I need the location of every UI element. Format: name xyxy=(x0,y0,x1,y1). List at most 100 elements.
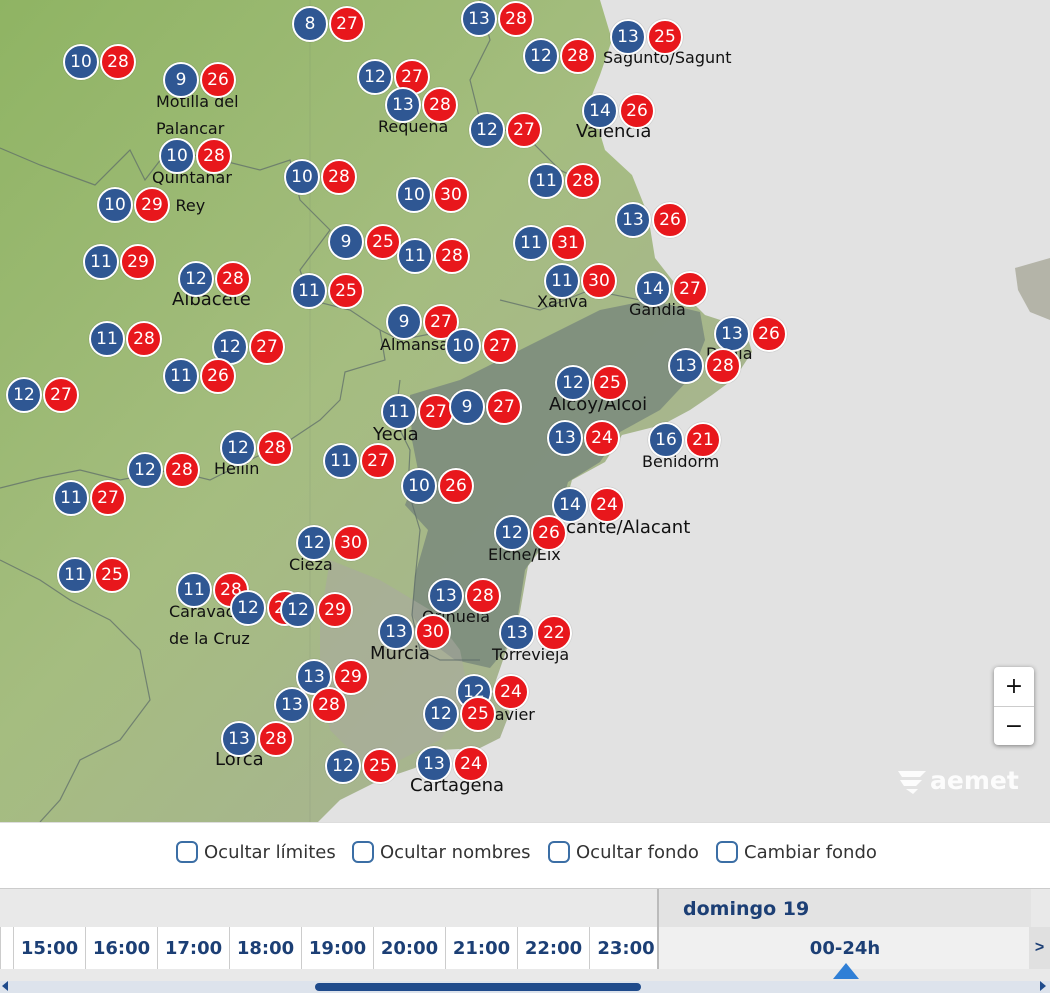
station-max-temp[interactable]: 29 xyxy=(134,187,170,223)
station-min-temp[interactable]: 11 xyxy=(323,443,359,479)
station-min-temp[interactable]: 13 xyxy=(610,19,646,55)
station-min-temp[interactable]: 10 xyxy=(159,138,195,174)
station-max-temp[interactable]: 28 xyxy=(258,721,294,757)
station-min-temp[interactable]: 11 xyxy=(381,394,417,430)
station-min-temp[interactable]: 11 xyxy=(528,163,564,199)
station-max-temp[interactable]: 26 xyxy=(200,358,236,394)
station-max-temp[interactable]: 28 xyxy=(422,87,458,123)
station-min-temp[interactable]: 14 xyxy=(635,271,671,307)
zoom-in-button[interactable]: + xyxy=(994,667,1034,706)
station-max-temp[interactable]: 27 xyxy=(672,271,708,307)
station-max-temp[interactable]: 25 xyxy=(328,273,364,309)
station-min-temp[interactable]: 12 xyxy=(555,365,591,401)
station-min-temp[interactable]: 12 xyxy=(296,525,332,561)
station-max-temp[interactable]: 27 xyxy=(482,328,518,364)
station-min-temp[interactable]: 8 xyxy=(292,6,328,42)
option-change-background[interactable]: Cambiar fondo xyxy=(716,841,877,863)
station-min-temp[interactable]: 12 xyxy=(523,38,559,74)
station-max-temp[interactable]: 30 xyxy=(433,177,469,213)
station-min-temp[interactable]: 11 xyxy=(57,557,93,593)
station-min-temp[interactable]: 12 xyxy=(423,696,459,732)
station-min-temp[interactable]: 11 xyxy=(176,572,212,608)
station-max-temp[interactable]: 27 xyxy=(90,480,126,516)
station-min-temp[interactable]: 10 xyxy=(97,187,133,223)
hour-cell[interactable]: 19:00 xyxy=(301,927,373,969)
checkbox-hide-background[interactable] xyxy=(548,841,570,863)
station-max-temp[interactable]: 28 xyxy=(705,348,741,384)
station-min-temp[interactable]: 13 xyxy=(428,578,464,614)
station-min-temp[interactable]: 13 xyxy=(499,615,535,651)
station-max-temp[interactable]: 28 xyxy=(434,238,470,274)
hour-cell[interactable]: 16:00 xyxy=(85,927,157,969)
station-min-temp[interactable]: 14 xyxy=(582,93,618,129)
station-min-temp[interactable]: 10 xyxy=(284,159,320,195)
station-max-temp[interactable]: 25 xyxy=(362,748,398,784)
weather-map[interactable]: Motilla del Palancar Quintanar l Rey Req… xyxy=(0,0,1050,822)
station-min-temp[interactable]: 12 xyxy=(494,515,530,551)
station-max-temp[interactable]: 27 xyxy=(329,6,365,42)
station-min-temp[interactable]: 10 xyxy=(401,468,437,504)
station-max-temp[interactable]: 29 xyxy=(120,244,156,280)
station-min-temp[interactable]: 13 xyxy=(714,316,750,352)
option-hide-names[interactable]: Ocultar nombres xyxy=(352,841,531,863)
station-min-temp[interactable]: 12 xyxy=(469,112,505,148)
station-max-temp[interactable]: 28 xyxy=(257,430,293,466)
station-max-temp[interactable]: 28 xyxy=(215,261,251,297)
station-min-temp[interactable]: 11 xyxy=(53,480,89,516)
hour-cell[interactable]: 22:00 xyxy=(517,927,589,969)
station-min-temp[interactable]: 12 xyxy=(230,590,266,626)
zoom-out-button[interactable]: − xyxy=(994,706,1034,745)
station-min-temp[interactable]: 13 xyxy=(668,348,704,384)
station-max-temp[interactable]: 28 xyxy=(164,452,200,488)
hour-cell[interactable]: 23:00 xyxy=(589,927,662,969)
station-max-temp[interactable]: 28 xyxy=(565,163,601,199)
hour-cell[interactable]: 18:00 xyxy=(229,927,301,969)
station-max-temp[interactable]: 22 xyxy=(536,615,572,651)
station-min-temp[interactable]: 11 xyxy=(397,238,433,274)
station-max-temp[interactable]: 25 xyxy=(460,696,496,732)
hour-cell[interactable]: 21:00 xyxy=(445,927,517,969)
station-max-temp[interactable]: 26 xyxy=(751,316,787,352)
station-min-temp[interactable]: 13 xyxy=(547,420,583,456)
station-min-temp[interactable]: 12 xyxy=(220,430,256,466)
checkbox-hide-names[interactable] xyxy=(352,841,374,863)
timeline-next-button[interactable]: > xyxy=(1029,927,1050,969)
station-max-temp[interactable]: 29 xyxy=(317,592,353,628)
station-min-temp[interactable]: 11 xyxy=(544,263,580,299)
station-min-temp[interactable]: 13 xyxy=(615,202,651,238)
station-max-temp[interactable]: 25 xyxy=(365,224,401,260)
station-max-temp[interactable]: 30 xyxy=(415,614,451,650)
station-min-temp[interactable]: 10 xyxy=(445,328,481,364)
station-max-temp[interactable]: 25 xyxy=(647,19,683,55)
hour-cell[interactable]: 17:00 xyxy=(157,927,229,969)
station-min-temp[interactable]: 13 xyxy=(274,687,310,723)
station-max-temp[interactable]: 25 xyxy=(592,365,628,401)
station-min-temp[interactable]: 13 xyxy=(221,721,257,757)
station-min-temp[interactable]: 13 xyxy=(378,614,414,650)
station-min-temp[interactable]: 10 xyxy=(396,177,432,213)
station-min-temp[interactable]: 12 xyxy=(6,377,42,413)
station-max-temp[interactable]: 24 xyxy=(589,487,625,523)
station-max-temp[interactable]: 26 xyxy=(652,202,688,238)
station-max-temp[interactable]: 28 xyxy=(560,38,596,74)
station-min-temp[interactable]: 11 xyxy=(513,225,549,261)
station-min-temp[interactable]: 11 xyxy=(291,273,327,309)
station-max-temp[interactable]: 31 xyxy=(550,225,586,261)
station-max-temp[interactable]: 26 xyxy=(619,93,655,129)
station-max-temp[interactable]: 24 xyxy=(453,746,489,782)
station-min-temp[interactable]: 9 xyxy=(449,389,485,425)
station-max-temp[interactable]: 27 xyxy=(506,112,542,148)
timeline-scroll-thumb[interactable] xyxy=(315,983,641,991)
hour-cell[interactable]: 20:00 xyxy=(373,927,445,969)
station-max-temp[interactable]: 28 xyxy=(311,687,347,723)
scroll-left-icon[interactable] xyxy=(2,981,8,991)
station-max-temp[interactable]: 30 xyxy=(581,263,617,299)
station-min-temp[interactable]: 13 xyxy=(461,1,497,37)
station-max-temp[interactable]: 27 xyxy=(249,329,285,365)
station-max-temp[interactable]: 28 xyxy=(498,1,534,37)
station-min-temp[interactable]: 11 xyxy=(89,321,125,357)
station-min-temp[interactable]: 9 xyxy=(386,304,422,340)
station-min-temp[interactable]: 11 xyxy=(83,244,119,280)
station-min-temp[interactable]: 9 xyxy=(328,224,364,260)
scroll-right-icon[interactable] xyxy=(1040,981,1046,991)
